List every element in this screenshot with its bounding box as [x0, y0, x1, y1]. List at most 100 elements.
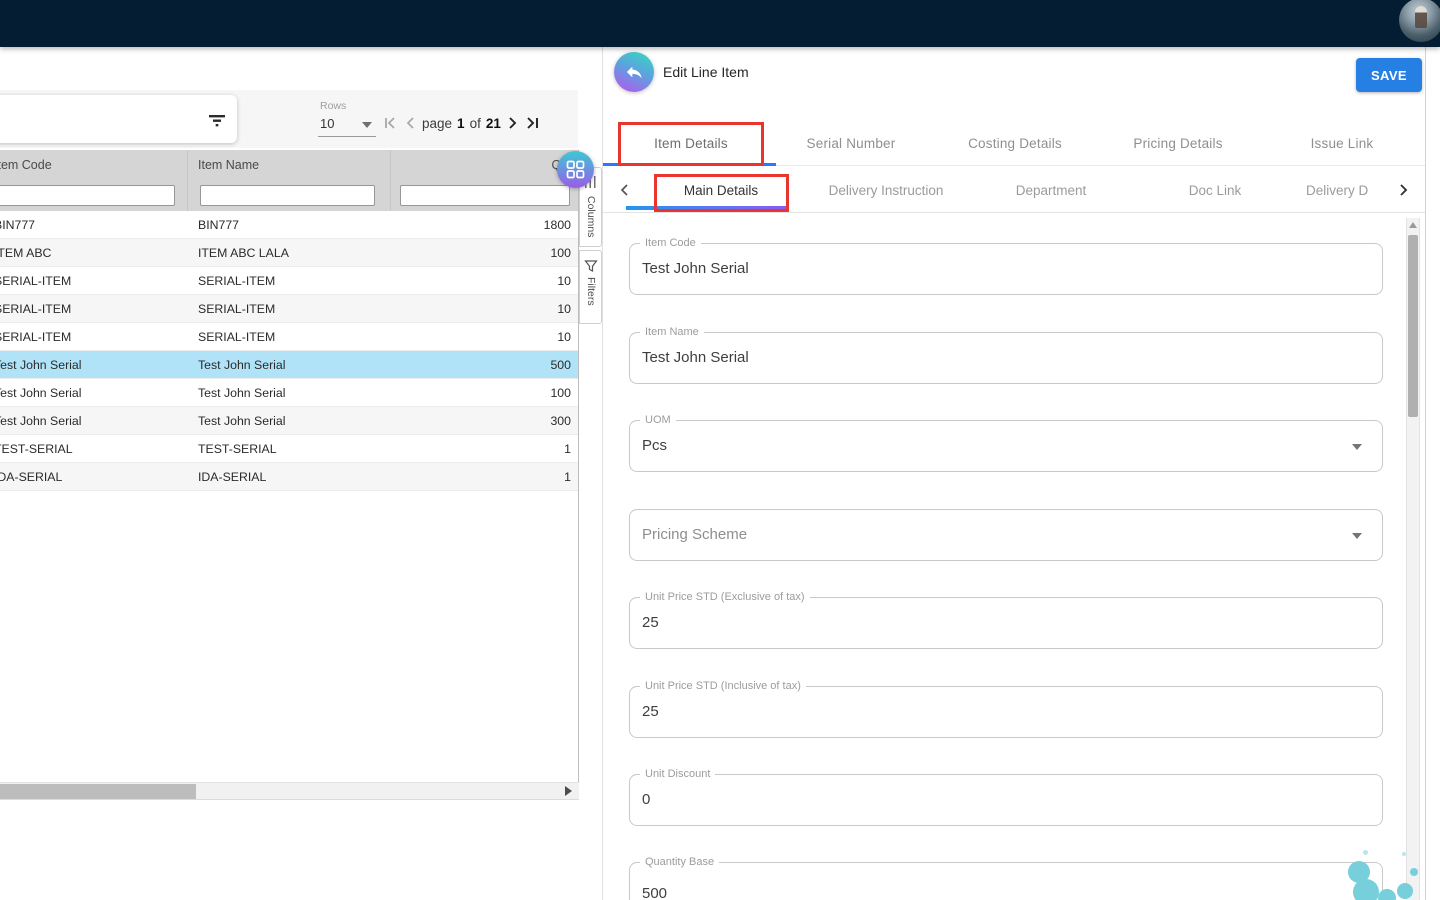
subtabs-scroll-left-icon[interactable] [617, 182, 633, 198]
table-row[interactable]: IDA-SERIAL IDA-SERIAL 1 [0, 463, 578, 491]
search-input[interactable] [4, 99, 184, 139]
field-label: Quantity Base [640, 856, 719, 868]
page-title: Edit Line Item [663, 64, 749, 80]
table-row[interactable]: SERIAL-ITEM SERIAL-ITEM 10 [0, 323, 578, 351]
cell-qty: 100 [550, 246, 571, 260]
sidebar-tab-filters[interactable]: Filters [579, 250, 602, 324]
filter-input-item-code[interactable] [0, 185, 175, 206]
decorative-bubble [1363, 850, 1368, 855]
cell-item-name: SERIAL-ITEM [198, 274, 275, 288]
field-label: UOM [640, 414, 676, 426]
caret-down-icon [362, 122, 372, 128]
cell-item-name: SERIAL-ITEM [198, 330, 275, 344]
field-value: Test John Serial [642, 349, 749, 366]
user-avatar[interactable] [1399, 0, 1440, 42]
filter-input-item-name[interactable] [200, 185, 375, 206]
table-row[interactable]: Test John Serial Test John Serial 100 [0, 379, 578, 407]
unit-price-inclusive-field[interactable]: Unit Price STD (Inclusive of tax) 25 [629, 686, 1383, 738]
page-indicator: page 1 of 21 [422, 116, 501, 131]
cell-qty: 10 [557, 302, 571, 316]
tab-item-details[interactable]: Item Details [611, 120, 771, 166]
scroll-right-arrow-icon[interactable] [565, 786, 577, 798]
page-total: 21 [486, 116, 501, 131]
cell-qty: 1 [564, 470, 571, 484]
pagination-controls: page 1 of 21 [383, 110, 540, 136]
field-value: 25 [642, 614, 659, 631]
table-body: BIN777 BIN777 1800 ITEM ABC ITEM ABC LAL… [0, 211, 578, 491]
active-tab-indicator [603, 163, 776, 166]
rows-per-page-select[interactable]: 10 [318, 113, 376, 137]
filter-list-icon[interactable] [205, 108, 229, 132]
first-page-icon[interactable] [383, 116, 398, 130]
filter-input-qty[interactable] [400, 185, 570, 206]
cell-item-name: Test John Serial [198, 414, 286, 428]
cell-item-code: TEST-SERIAL [0, 442, 73, 456]
tab-pricing-details[interactable]: Pricing Details [1098, 120, 1258, 166]
save-button[interactable]: SAVE [1356, 58, 1422, 92]
table-row-selected[interactable]: Test John Serial Test John Serial 500 [0, 351, 578, 379]
cell-qty: 1 [564, 442, 571, 456]
edit-line-item-panel: Edit Line Item SAVE Item Details Serial … [602, 47, 1426, 900]
cell-item-name: TEST-SERIAL [198, 442, 277, 456]
cell-item-name: BIN777 [198, 218, 239, 232]
page-word: page [422, 116, 452, 131]
field-label: Item Name [640, 326, 704, 338]
table-row[interactable]: SERIAL-ITEM SERIAL-ITEM 10 [0, 295, 578, 323]
avatar-photo [1415, 6, 1427, 28]
active-subtab-indicator [626, 206, 786, 210]
back-button[interactable] [614, 52, 654, 92]
subtab-department[interactable]: Department [971, 167, 1131, 213]
funnel-icon [584, 259, 598, 273]
cell-item-name: Test John Serial [198, 358, 286, 372]
unit-price-exclusive-field[interactable]: Unit Price STD (Exclusive of tax) 25 [629, 597, 1383, 649]
tab-issue-link[interactable]: Issue Link [1262, 120, 1422, 166]
vertical-scrollbar[interactable] [1406, 218, 1420, 900]
subtabs-scroll-right-icon[interactable] [1395, 182, 1411, 198]
table-row[interactable]: BIN777 BIN777 1800 [0, 211, 578, 239]
column-header-item-code[interactable]: Item Code [0, 158, 52, 172]
tab-serial-number[interactable]: Serial Number [771, 120, 931, 166]
apps-grid-button[interactable] [557, 151, 594, 188]
table-row[interactable]: Test John Serial Test John Serial 300 [0, 407, 578, 435]
table-right-border [578, 150, 579, 800]
caret-down-icon [1352, 444, 1362, 450]
next-page-icon[interactable] [508, 116, 518, 130]
table-row[interactable]: ITEM ABC ITEM ABC LALA 100 [0, 239, 578, 267]
horizontal-scrollbar-thumb[interactable] [0, 784, 196, 799]
cell-item-code: IDA-SERIAL [0, 470, 62, 484]
horizontal-scrollbar[interactable] [0, 782, 579, 800]
pricing-scheme-select[interactable]: Pricing Scheme [629, 509, 1383, 561]
column-divider [390, 150, 391, 211]
reply-arrow-icon [624, 62, 644, 82]
column-header-item-name[interactable]: Item Name [198, 158, 259, 172]
cell-qty: 500 [550, 358, 571, 372]
columns-tab-label: Columns [585, 196, 597, 237]
item-code-field[interactable]: Item Code Test John Serial [629, 243, 1383, 295]
vertical-scrollbar-thumb[interactable] [1408, 235, 1418, 417]
cell-qty: 10 [557, 330, 571, 344]
field-label: Unit Price STD (Inclusive of tax) [640, 680, 806, 692]
cell-qty: 300 [550, 414, 571, 428]
prev-page-icon[interactable] [405, 116, 415, 130]
field-value: 25 [642, 703, 659, 720]
table-row[interactable]: SERIAL-ITEM SERIAL-ITEM 10 [0, 267, 578, 295]
table-filter-row [0, 181, 578, 211]
subtab-delivery-date[interactable]: Delivery D [1306, 167, 1394, 213]
table-row[interactable]: TEST-SERIAL TEST-SERIAL 1 [0, 435, 578, 463]
subtab-delivery-instruction[interactable]: Delivery Instruction [796, 167, 976, 213]
cell-item-code: SERIAL-ITEM [0, 274, 71, 288]
tab-costing-details[interactable]: Costing Details [935, 120, 1095, 166]
item-name-field[interactable]: Item Name Test John Serial [629, 332, 1383, 384]
main-tab-bar: Item Details Serial Number Costing Detai… [603, 120, 1426, 166]
table-header-row: Item Code Item Name Qty [0, 150, 578, 181]
top-navigation-bar [0, 0, 1440, 47]
uom-select[interactable]: UOM Pcs [629, 420, 1383, 472]
scroll-up-arrow-icon[interactable] [1409, 222, 1417, 228]
subtab-doc-link[interactable]: Doc Link [1135, 167, 1295, 213]
unit-discount-field[interactable]: Unit Discount 0 [629, 774, 1383, 826]
cell-qty: 10 [557, 274, 571, 288]
last-page-icon[interactable] [525, 116, 540, 130]
field-value: 0 [642, 791, 650, 808]
quantity-base-field[interactable]: Quantity Base 500 [629, 862, 1383, 900]
cell-item-name: ITEM ABC LALA [198, 246, 289, 260]
